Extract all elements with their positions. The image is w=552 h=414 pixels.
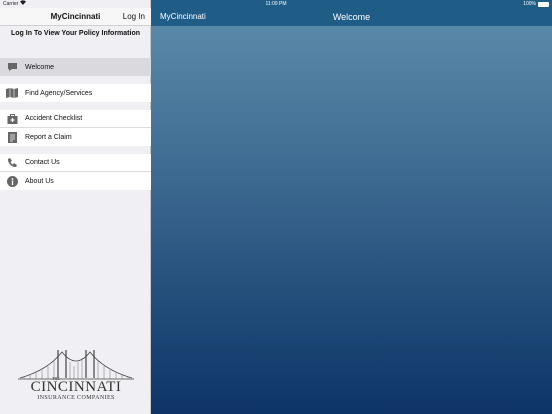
status-bar: Carrier 11:09 PM 100% (0, 0, 552, 8)
menu-item-report-claim[interactable]: Report a Claim (0, 128, 151, 146)
menu-item-label: Accident Checklist (25, 115, 83, 122)
menu-item-about-us[interactable]: About Us (0, 172, 151, 190)
battery-percent: 100% (523, 1, 536, 7)
login-button[interactable]: Log In (123, 8, 145, 26)
phone-icon (6, 157, 18, 169)
main-title: Welcome (332, 12, 371, 22)
main-content: MyCincinnati Welcome (151, 0, 552, 414)
menu-group-4: Contact Us About Us (0, 154, 151, 190)
logo-name: CINCINNATI (30, 379, 122, 395)
battery-fill (539, 2, 548, 6)
menu-group-3: Accident Checklist Report a Claim (0, 110, 151, 146)
menu-item-find-agency[interactable]: Find Agency/Services (0, 84, 151, 102)
clipboard-icon (6, 131, 18, 143)
menu-group-2: Find Agency/Services (0, 84, 151, 102)
battery-icon (538, 1, 549, 7)
sidebar-nav-bar: MyCincinnati Log In (0, 8, 151, 26)
menu-item-contact-us[interactable]: Contact Us (0, 154, 151, 172)
info-icon (6, 175, 18, 187)
menu-item-label: Contact Us (25, 159, 60, 166)
map-icon (6, 87, 18, 99)
first-aid-kit-icon (6, 113, 18, 125)
sidebar: MyCincinnati Log In Log In To View Your … (0, 0, 151, 414)
speech-bubble-icon (6, 61, 18, 73)
logo-subtitle: INSURANCE COMPANIES (37, 395, 115, 401)
menu-group-1: Welcome (0, 58, 151, 76)
menu-item-label: Find Agency/Services (25, 89, 93, 97)
bridge-icon (18, 350, 134, 380)
policy-login-link[interactable]: Log In To View Your Policy Information (0, 30, 151, 37)
battery-status: 100% (523, 0, 549, 8)
menu-item-welcome[interactable]: Welcome (0, 58, 151, 76)
status-time: 11:09 PM (265, 1, 287, 7)
menu-item-label: About Us (25, 177, 54, 185)
main-nav-bar: MyCincinnati Welcome (151, 8, 552, 26)
menu-item-label: Report a Claim (25, 133, 72, 141)
menu-item-label: Welcome (25, 63, 55, 71)
cincinnati-insurance-logo: THE CINCINNATI INSURANCE COMPANIES (18, 348, 134, 406)
menu-item-accident-checklist[interactable]: Accident Checklist (0, 110, 151, 128)
